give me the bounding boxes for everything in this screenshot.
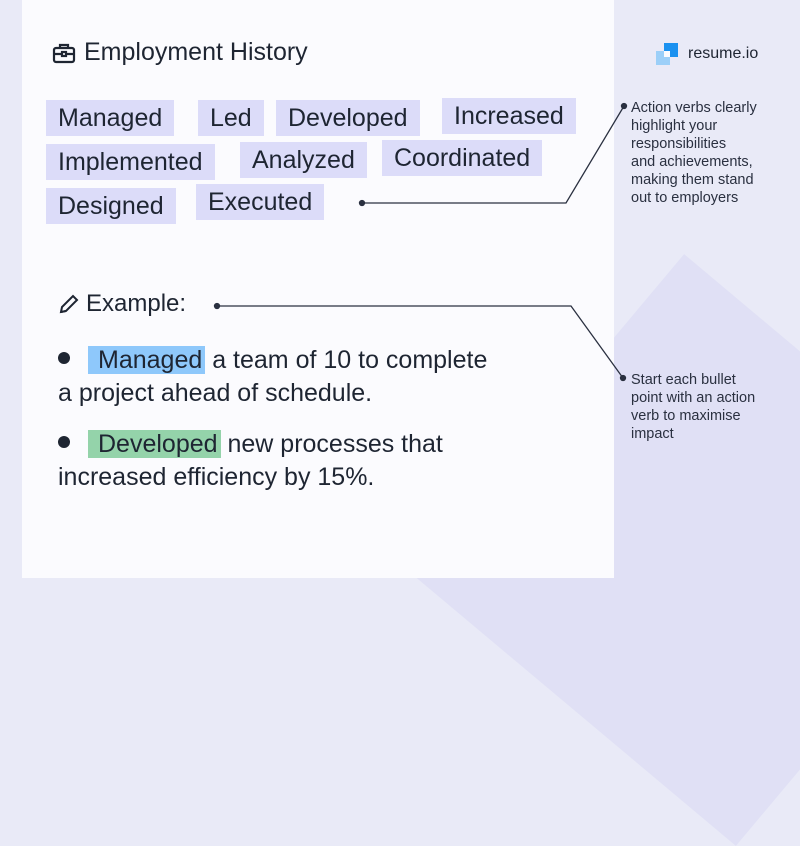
connector-lines	[213, 102, 628, 382]
example-connector	[213, 302, 627, 382]
verbs-connector	[358, 102, 628, 207]
